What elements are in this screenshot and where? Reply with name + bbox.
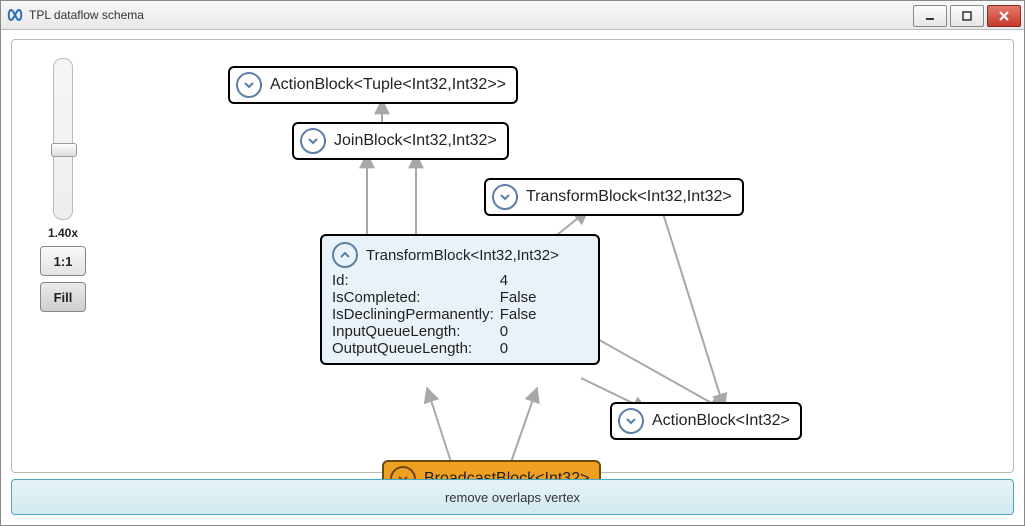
node-joinblock[interactable]: JoinBlock<Int32,Int32> [292,122,509,160]
minimize-button[interactable] [913,5,947,27]
node-properties-table: Id:4 IsCompleted:False IsDecliningPerman… [332,272,542,357]
fill-button[interactable]: Fill [40,282,86,312]
graph-canvas[interactable]: 1.40x 1:1 Fill [11,39,1014,473]
node-label: ActionBlock<Tuple<Int32,Int32>> [270,76,506,94]
table-row: Id:4 [332,272,542,289]
one-to-one-button[interactable]: 1:1 [40,246,86,276]
prop-val: False [500,289,543,306]
node-label: TransformBlock<Int32,Int32> [366,247,559,264]
window-title: TPL dataflow schema [29,8,913,22]
prop-val: False [500,306,543,323]
chevron-down-icon[interactable] [618,408,644,434]
window-buttons [913,3,1024,27]
node-transformblock-collapsed[interactable]: TransformBlock<Int32,Int32> [484,178,744,216]
maximize-button[interactable] [950,5,984,27]
node-label: JoinBlock<Int32,Int32> [334,132,497,150]
prop-val: 0 [500,340,543,357]
close-button[interactable] [987,5,1021,27]
prop-val: 0 [500,323,543,340]
prop-key: IsCompleted: [332,289,500,306]
zoom-slider[interactable] [53,58,73,220]
app-window: TPL dataflow schema 1.40x 1:1 Fill [0,0,1025,526]
node-label: ActionBlock<Int32> [652,412,790,430]
zoom-panel: 1.40x 1:1 Fill [30,58,96,312]
node-transformblock-expanded[interactable]: TransformBlock<Int32,Int32> Id:4 IsCompl… [320,234,600,365]
prop-val: 4 [500,272,543,289]
titlebar: TPL dataflow schema [1,1,1024,30]
prop-key: IsDecliningPermanently: [332,306,500,323]
prop-key: InputQueueLength: [332,323,500,340]
table-row: IsCompleted:False [332,289,542,306]
chevron-down-icon[interactable] [300,128,326,154]
table-row: InputQueueLength:0 [332,323,542,340]
chevron-up-icon[interactable] [332,242,358,268]
node-label: TransformBlock<Int32,Int32> [526,188,732,206]
zoom-slider-thumb[interactable] [51,143,77,157]
prop-key: OutputQueueLength: [332,340,500,357]
chevron-down-icon[interactable] [492,184,518,210]
chevron-down-icon[interactable] [236,72,262,98]
remove-overlaps-button[interactable]: remove overlaps vertex [11,479,1014,515]
node-actionblock-int32[interactable]: ActionBlock<Int32> [610,402,802,440]
table-row: IsDecliningPermanently:False [332,306,542,323]
app-icon [7,7,23,23]
table-row: OutputQueueLength:0 [332,340,542,357]
client-area: 1.40x 1:1 Fill [1,29,1024,525]
prop-key: Id: [332,272,500,289]
node-actionblock-tuple[interactable]: ActionBlock<Tuple<Int32,Int32>> [228,66,518,104]
zoom-label: 1.40x [30,226,96,240]
